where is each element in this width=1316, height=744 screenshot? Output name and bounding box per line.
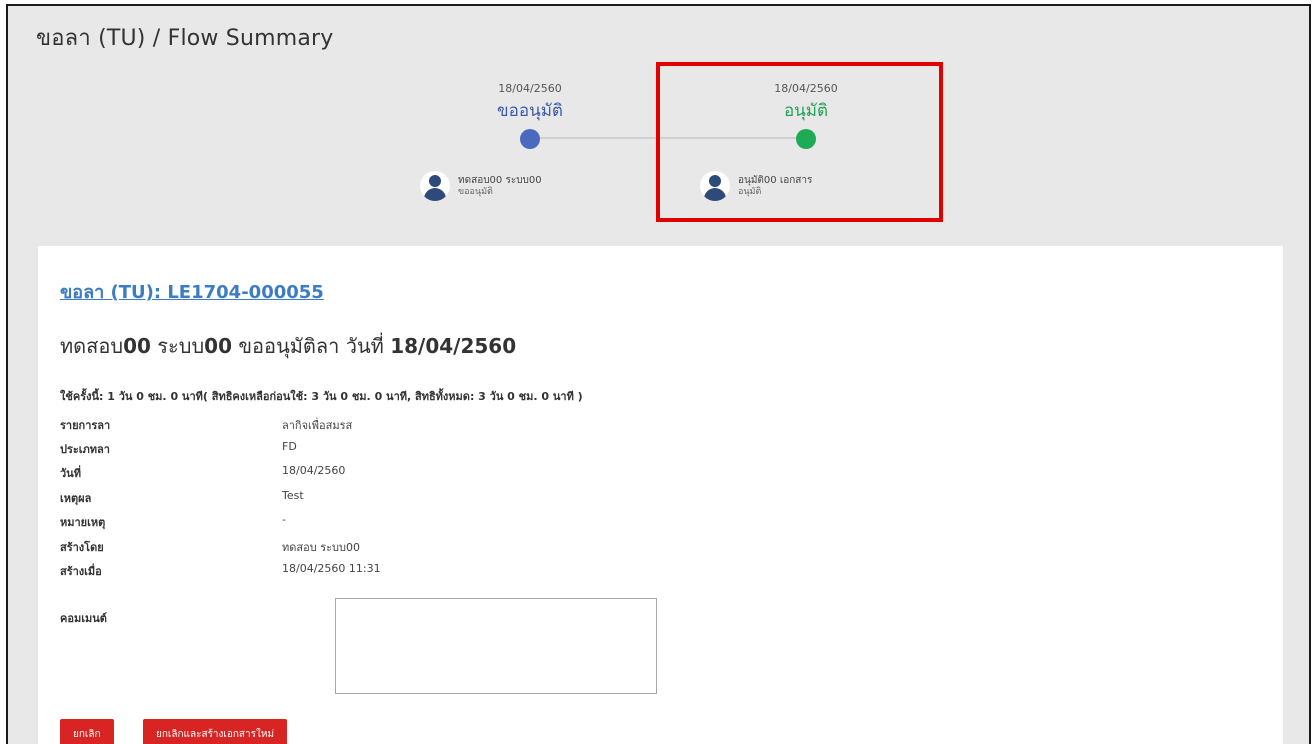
person-role: ขออนุมัติ <box>458 187 493 197</box>
field-label-note: หมายเหตุ <box>60 516 106 529</box>
field-value-reason: Test <box>282 489 304 502</box>
cancel-button[interactable]: ยกเลิก <box>60 719 114 744</box>
field-label-reason: เหตุผล <box>60 492 92 505</box>
step-status-dot <box>520 129 540 149</box>
field-value-created-at: 18/04/2560 11:31 <box>282 562 381 575</box>
person-name: ทดสอบ00 ระบบ00 <box>458 175 542 186</box>
request-title: ทดสอบ00 ระบบ00 ขออนุมัติลา วันที่ 18/04/… <box>60 334 517 358</box>
field-value-leave-item: ลากิจเพื่อสมรส <box>282 419 353 432</box>
field-value-leave-type: FD <box>282 440 297 453</box>
flow-step-request: 18/04/2560 ขออนุมัติ <box>430 82 630 149</box>
document-link[interactable]: ขอลา (TU): LE1704-000055 <box>60 277 324 306</box>
field-value-created-by: ทดสอบ ระบบ00 <box>282 541 360 554</box>
leave-usage-summary: ใช้ครั้งนี้: 1 วัน 0 ชม. 0 นาที( สิทธิคง… <box>60 390 583 403</box>
field-value-date: 18/04/2560 <box>282 464 346 477</box>
field-value-note: - <box>282 513 286 526</box>
field-label-created-at: สร้างเมื่อ <box>60 565 102 578</box>
field-label-created-by: สร้างโดย <box>60 541 104 554</box>
comment-textarea[interactable] <box>335 598 657 694</box>
avatar <box>420 171 450 201</box>
field-label-leave-type: ประเภทลา <box>60 443 110 456</box>
field-label-leave-item: รายการลา <box>60 419 111 432</box>
comment-label: คอมเมนต์ <box>60 612 107 625</box>
flow-summary-window: ขอลา (TU) / Flow Summary 18/04/2560 ขออน… <box>6 4 1311 744</box>
step-date: 18/04/2560 <box>498 82 562 95</box>
field-label-date: วันที่ <box>60 467 81 480</box>
highlight-box <box>656 62 943 222</box>
document-card: ขอลา (TU): LE1704-000055 ทดสอบ00 ระบบ00 … <box>38 246 1283 744</box>
step-label: ขออนุมัติ <box>497 101 563 121</box>
cancel-and-recreate-button[interactable]: ยกเลิกและสร้างเอกสารใหม่ <box>143 719 288 744</box>
page-title: ขอลา (TU) / Flow Summary <box>36 26 334 51</box>
step-person-requester: ทดสอบ00 ระบบ00 ขออนุมัติ <box>420 171 542 201</box>
